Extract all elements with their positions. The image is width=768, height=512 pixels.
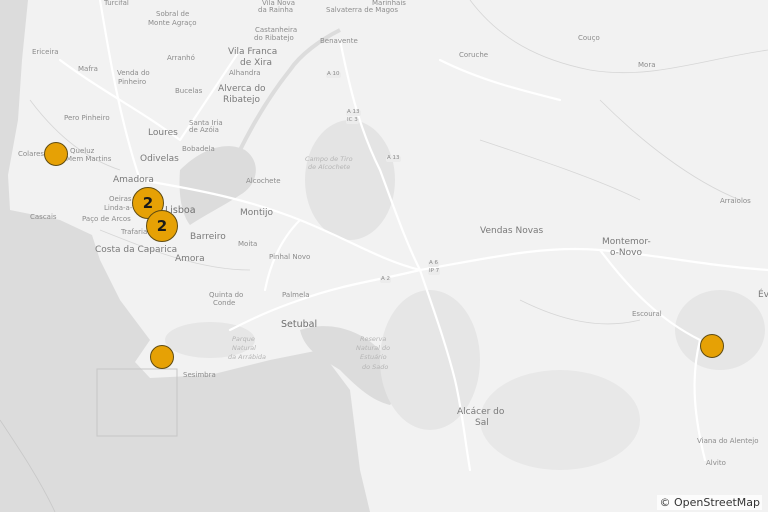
label-o-novo: o-Novo (610, 248, 642, 258)
label-quinta-do: Quinta do (209, 291, 244, 299)
marker-cluster-lisboa-south[interactable]: 2 (146, 210, 178, 242)
label-coruche: Coruche (459, 51, 489, 59)
label-costa-da-caparica: Costa da Caparica (95, 245, 178, 255)
label-do-sado: do Sado (362, 363, 389, 371)
map-canvas[interactable]: Turcifal Sobral de Monte Agraço Vila Nov… (0, 0, 768, 512)
road-a13-b: A 13 (386, 155, 401, 162)
cluster-count: 2 (142, 194, 154, 212)
label-mora: Mora (638, 61, 656, 69)
label-salvaterra: Salvaterra de Magos (326, 6, 398, 14)
label-amadora: Amadora (113, 175, 154, 185)
label-arraiolos: Arraiolos (720, 197, 751, 205)
cluster-count: 2 (156, 217, 168, 235)
label-paco-de-arcos: Paço de Arcos (82, 215, 131, 223)
label-vila-franca: Vila Franca (228, 47, 278, 57)
label-couco: Couço (578, 34, 600, 42)
label-campo-de-tiro: Campo de Tiro (305, 155, 353, 163)
label-odivelas: Odivelas (140, 154, 179, 164)
road-a10: A 10 (326, 71, 341, 78)
label-oeiras: Oeiras (109, 195, 132, 203)
label-conde: Conde (213, 299, 236, 307)
label-marinhais: Marinhais (372, 0, 406, 7)
label-turcifal: Turcifal (104, 0, 129, 7)
label-natural-do: Natural do (356, 344, 391, 352)
label-trafaria: Trafaria (121, 228, 148, 236)
road-ip7: IP 7 (428, 268, 441, 275)
label-venda-do: Venda do (117, 69, 150, 77)
label-da-rainha: da Rainha (258, 6, 294, 14)
label-alcacer: Alcácer do (457, 407, 505, 417)
label-pero-pinheiro: Pero Pinheiro (64, 114, 110, 122)
label-benavente: Benavente (320, 37, 358, 45)
label-cascais: Cascais (30, 213, 57, 221)
label-da-arrabida: da Arrábida (228, 353, 266, 361)
label-queluz: Queluz (70, 147, 95, 155)
label-estuario: Estuário (360, 353, 387, 361)
label-mafra: Mafra (78, 65, 98, 73)
label-moita: Moita (238, 240, 258, 248)
label-bucelas: Bucelas (175, 87, 203, 95)
label-ribatejo: Ribatejo (223, 95, 261, 105)
label-vendas-novas: Vendas Novas (480, 226, 544, 236)
label-de-xira: de Xira (240, 58, 272, 68)
label-sesimbra: Sesimbra (183, 371, 216, 379)
label-alvito: Alvito (706, 459, 726, 467)
label-alhandra: Alhandra (229, 69, 261, 77)
label-amora: Amora (175, 254, 205, 264)
label-palmela: Palmela (282, 291, 310, 299)
map-marker-evora-area[interactable] (700, 334, 724, 358)
label-colares: Colares (18, 150, 45, 158)
label-mem-martins: Mem Martins (66, 155, 112, 163)
label-castanheira: Castanheira (255, 26, 298, 34)
label-bobadela: Bobadela (182, 145, 215, 153)
label-viana-do-alentejo: Viana do Alentejo (697, 437, 759, 445)
label-alverca: Alverca do (218, 84, 266, 94)
label-evora: Év (758, 290, 768, 300)
label-barreiro: Barreiro (190, 232, 226, 242)
label-loures: Loures (148, 128, 178, 138)
label-montijo: Montijo (240, 208, 274, 218)
label-reserva: Reserva (360, 335, 387, 343)
label-de-alcochete: de Alcochete (308, 163, 351, 171)
label-de-azoia: de Azóia (189, 126, 219, 134)
map-attribution[interactable]: © OpenStreetMap (657, 495, 762, 510)
road-a13: A 13 (346, 109, 361, 116)
label-natural: Natural (232, 344, 256, 352)
label-ericeira: Ericeira (32, 48, 59, 56)
label-alcochete: Alcochete (246, 177, 281, 185)
label-pinheiro: Pinheiro (118, 78, 147, 86)
label-sal: Sal (475, 418, 489, 428)
road-a2: A 2 (380, 276, 392, 283)
base-map (0, 0, 768, 512)
road-ic3: IC 3 (346, 117, 359, 124)
label-sobral: Sobral de (156, 10, 190, 18)
label-montemor: Montemor- (602, 237, 651, 247)
label-arranho: Arranhó (167, 54, 195, 62)
label-setubal: Setubal (281, 319, 318, 330)
map-marker-sesimbra[interactable] (150, 345, 174, 369)
road-a6: A 6 (428, 260, 440, 267)
label-do-ribatejo-1: do Ribatejo (254, 34, 294, 42)
label-parque: Parque (232, 335, 255, 343)
label-pinhal-novo: Pinhal Novo (269, 253, 311, 261)
label-monte-agraco: Monte Agraço (148, 19, 197, 27)
map-marker-colares[interactable] (44, 142, 68, 166)
label-escoural: Escoural (632, 310, 662, 318)
